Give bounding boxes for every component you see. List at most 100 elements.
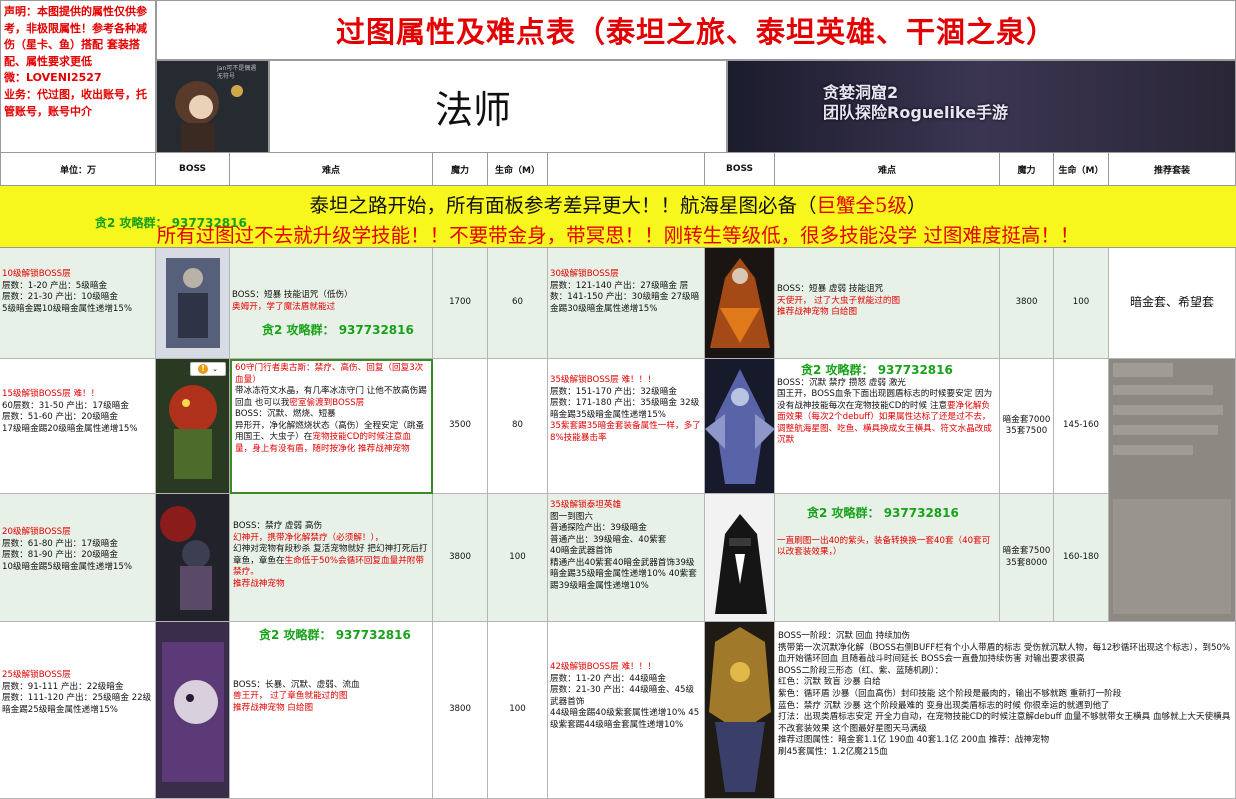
boss-portrait (709, 627, 771, 792)
row4-left-info-body: 层数：91-111 产出：22级暗金 层数：111-120 产出：25级暗金 2… (2, 681, 152, 715)
row2-left-magic: 3500 (433, 359, 488, 494)
row2-left-boss-image (156, 359, 230, 494)
row2-right-magic: 暗金套7000 35套7500 (1000, 359, 1054, 494)
header-boss: BOSS (156, 153, 230, 186)
row1-left-info-title: 10级解锁BOSS层 (2, 269, 71, 279)
row4-left-info-title: 25级解锁BOSS层 (2, 670, 71, 680)
row4-left-boss-image (156, 622, 230, 799)
row3-right-difficulty: 贪2 攻略群： 937732816 一直刷图一出40的紫头，装备转换换一套40套… (775, 494, 1000, 622)
row1-qq-group: 贪2 攻略群： 937732816 (262, 323, 414, 337)
row2-right-info: 35级解锁BOSS层 难！！！ 层数：151-170 产出：32级暗金 层数：1… (548, 359, 705, 494)
screenshot-stat-lines (1113, 363, 1231, 513)
row1-left-boss-image (156, 248, 230, 359)
row1-left-diff-red: 奥姆开，学了魔法盾就能过 (232, 301, 336, 312)
screenshot-panel (1113, 499, 1231, 614)
row4-left-difficulty: 贪2 攻略群： 937732816 BOSS：长暴、沉默、虚弱、流血 兽王开， … (230, 622, 433, 799)
row1-recommend: 暗金套、希望套 (1109, 248, 1236, 359)
row1-right-boss-image (705, 248, 775, 359)
dropdown-badge[interactable]: ! ⌄ (190, 362, 226, 376)
row3-left-difficulty: BOSS：禁疗 虚弱 高伤 幻神开，携带净化解禁疗（必须解！）， 幻神对宠物有段… (230, 494, 433, 622)
notice-line-1-a: 泰坦之路开始，所有面板参考差异更大！！航海星图必备（ (309, 194, 817, 217)
row3-right-diff-red: 一直刷图一出40的紫头，装备转换换一套40套（40套可以改套装效果，） (777, 535, 991, 558)
row4-qq-group: 贪2 攻略群： 937732816 (259, 628, 411, 642)
row2-left-diff-red-2: 密室偷渡到BOSS层 (289, 397, 365, 408)
row2-right-boss-image (705, 359, 775, 494)
warning-icon: ! (198, 364, 209, 374)
row4-right-difficulty: BOSS一阶段：沉默 回血 持续加伤 携带第一次沉默净化解（BOSS右侧BUFF… (775, 622, 1236, 799)
row3-qq-group: 贪2 攻略群： 937732816 (807, 506, 959, 520)
row3-left-magic: 3800 (433, 494, 488, 622)
banner-right-image: 贪婪洞窟2 团队探险Roguelike手游 (727, 60, 1236, 153)
disclaimer-text: 声明：本图提供的属性仅供参考，非极限属性！参考各种减伤（星卡、鱼）搭配 套装搭配… (4, 5, 147, 118)
row3-right-magic: 暗金套7500 35套8000 (1000, 494, 1054, 622)
row2-left-info: 15级解锁BOSS层 难！！ 60层数：31-50 产出：17级暗金 层数：51… (0, 359, 156, 494)
row1-left-info: 10级解锁BOSS层 层数：1-20 产出：5级暗金 层数：21-30 产出：1… (0, 248, 156, 359)
row3-left-diff-red-1: 幻神开，携带净化解禁疗（必须解！）， (233, 532, 384, 543)
notice-line-2: 所有过图过不去就升级学技能！！不要带金身，带冥思！！刚转生等级低，很多技能没学 … (156, 224, 1080, 247)
notice-bar: 贪2 攻略群： 937732816 泰坦之路开始，所有面板参考差异更大！！航海星… (0, 186, 1236, 248)
row4-right-diff: BOSS一阶段：沉默 回血 持续加伤 携带第一次沉默净化解（BOSS右侧BUFF… (778, 631, 1231, 757)
banner-left-text: Jan可不是偶遇 无符号 (217, 65, 257, 80)
row2-right-info-title: 35级解锁BOSS层 难！！！ (550, 375, 656, 385)
row3-left-info-body: 层数：61-80 产出：17级暗金 层数：81-90 产出：20级暗金 10级暗… (2, 538, 133, 572)
row2-right-info-body: 层数：151-170 产出：32级暗金 层数：171-180 产出：35级暗金 … (550, 386, 700, 420)
page-title-box: 过图属性及难点表（泰坦之旅、泰坦英雄、干涸之泉） (156, 0, 1236, 60)
header-hp: 生命（M） (488, 153, 548, 186)
row1-left-info-body: 层数：1-20 产出：5级暗金 层数：21-30 产出：10级暗金 5级暗金踢1… (2, 280, 133, 314)
row3-right-info: 35级解锁泰坦英雄 图一到图六 普通探险产出：39级暗金 普通产出：39级暗金、… (548, 494, 705, 622)
notice-line-1-c: ） (906, 194, 927, 217)
row1-right-difficulty: BOSS：短暴 虚弱 技能诅咒 天使开， 过了大虫子就能过的图 推荐战神宠物 白… (775, 248, 1000, 359)
row1-right-hp: 100 (1054, 248, 1109, 359)
recommend-screenshot (1109, 359, 1236, 622)
row3-right-info-title: 35级解锁泰坦英雄 (550, 500, 622, 510)
boss-portrait (715, 514, 767, 614)
row2-right-difficulty: 贪2 攻略群： 937732816 BOSS：沉默 禁疗 攒怒 虚弱 激光 国王… (775, 359, 1000, 494)
header-difficulty-2: 难点 (775, 153, 1000, 186)
row3-left-boss-image (156, 494, 230, 622)
row2-left-hp: 80 (488, 359, 548, 494)
header-difficulty: 难点 (230, 153, 433, 186)
row3-right-info-body: 图一到图六 普通探险产出：39级暗金 普通产出：39级暗金、40紫套 40暗金武… (550, 511, 697, 591)
disclaimer-box: 声明：本图提供的属性仅供参考，非极限属性！参考各种减伤（星卡、鱼）搭配 套装搭配… (0, 0, 156, 153)
boss-portrait (169, 385, 217, 479)
header-blank (548, 153, 705, 186)
row1-left-magic: 1700 (433, 248, 488, 359)
game-logo-text: 贪婪洞窟2 团队探险Roguelike手游 (823, 83, 1009, 122)
boss-portrait (705, 369, 774, 484)
header-magic-2: 魔力 (1000, 153, 1054, 186)
row4-left-diff-black: BOSS：长暴、沉默、虚弱、流血 (233, 679, 360, 690)
row3-left-hp: 100 (488, 494, 548, 622)
row1-left-difficulty: BOSS：短暴 技能诅咒（低伤） 奥姆开，学了魔法盾就能过 贪2 攻略群： 93… (230, 248, 433, 359)
row1-left-hp: 60 (488, 248, 548, 359)
row3-left-info-title: 20级解锁BOSS层 (2, 527, 71, 537)
row2-right-info-red: 35紫套踢35暗金套装备属性一样，多了8%技能暴击率 (550, 421, 701, 443)
row4-right-boss-image (705, 622, 775, 799)
row1-right-info: 30级解锁BOSS层 层数：121-140 产出：27级暗金 层数：141-15… (548, 248, 705, 359)
boss-portrait (160, 506, 212, 610)
class-name: 法师 (435, 88, 512, 132)
row1-left-diff-black: BOSS：短暴 技能诅咒（低伤） (232, 290, 353, 300)
row1-right-magic: 3800 (1000, 248, 1054, 359)
page-title: 过图属性及难点表（泰坦之旅、泰坦英雄、干涸之泉） (335, 15, 1056, 49)
row2-left-diff-red-1: 60守门行者奥古斯：禁疗、高伤、回复（回复3次血量） (235, 363, 424, 385)
boss-portrait (166, 258, 220, 348)
row2-qq-group: 贪2 攻略群： 937732816 (801, 363, 953, 377)
row4-left-hp: 100 (488, 622, 548, 799)
class-name-box: 法师 (269, 60, 727, 153)
row4-right-info-body: 层数：11-20 产出：44级暗金 层数：21-30 产出：44级暗金、45级武… (550, 673, 700, 730)
row1-right-diff-black: BOSS：短暴 虚弱 技能诅咒 (777, 284, 884, 294)
row1-right-diff-red: 天使开， 过了大虫子就能过的图 推荐战神宠物 白给图 (777, 295, 901, 318)
row4-left-magic: 3800 (433, 622, 488, 799)
row1-right-info-body: 层数：121-140 产出：27级暗金 层数：141-150 产出：30级暗金 … (550, 280, 700, 314)
row3-left-diff-black-1: BOSS：禁疗 虚弱 高伤 (233, 521, 323, 531)
row2-left-info-body: 60层数：31-50 产出：17级暗金 层数：51-60 产出：20级暗金 17… (2, 400, 138, 434)
header-unit: 单位：万 (0, 153, 156, 186)
chevron-down-icon: ⌄ (212, 365, 218, 373)
banner-left-image: Jan可不是偶遇 无符号 (156, 60, 269, 153)
row4-right-info: 42级解锁BOSS层 难！！！ 层数：11-20 产出：44级暗金 层数：21-… (548, 622, 705, 799)
row3-right-hp: 160-180 (1054, 494, 1109, 622)
row2-right-hp: 145-160 (1054, 359, 1109, 494)
header-magic: 魔力 (433, 153, 488, 186)
row3-left-info: 20级解锁BOSS层 层数：61-80 产出：17级暗金 层数：81-90 产出… (0, 494, 156, 622)
row1-right-info-title: 30级解锁BOSS层 (550, 269, 619, 279)
